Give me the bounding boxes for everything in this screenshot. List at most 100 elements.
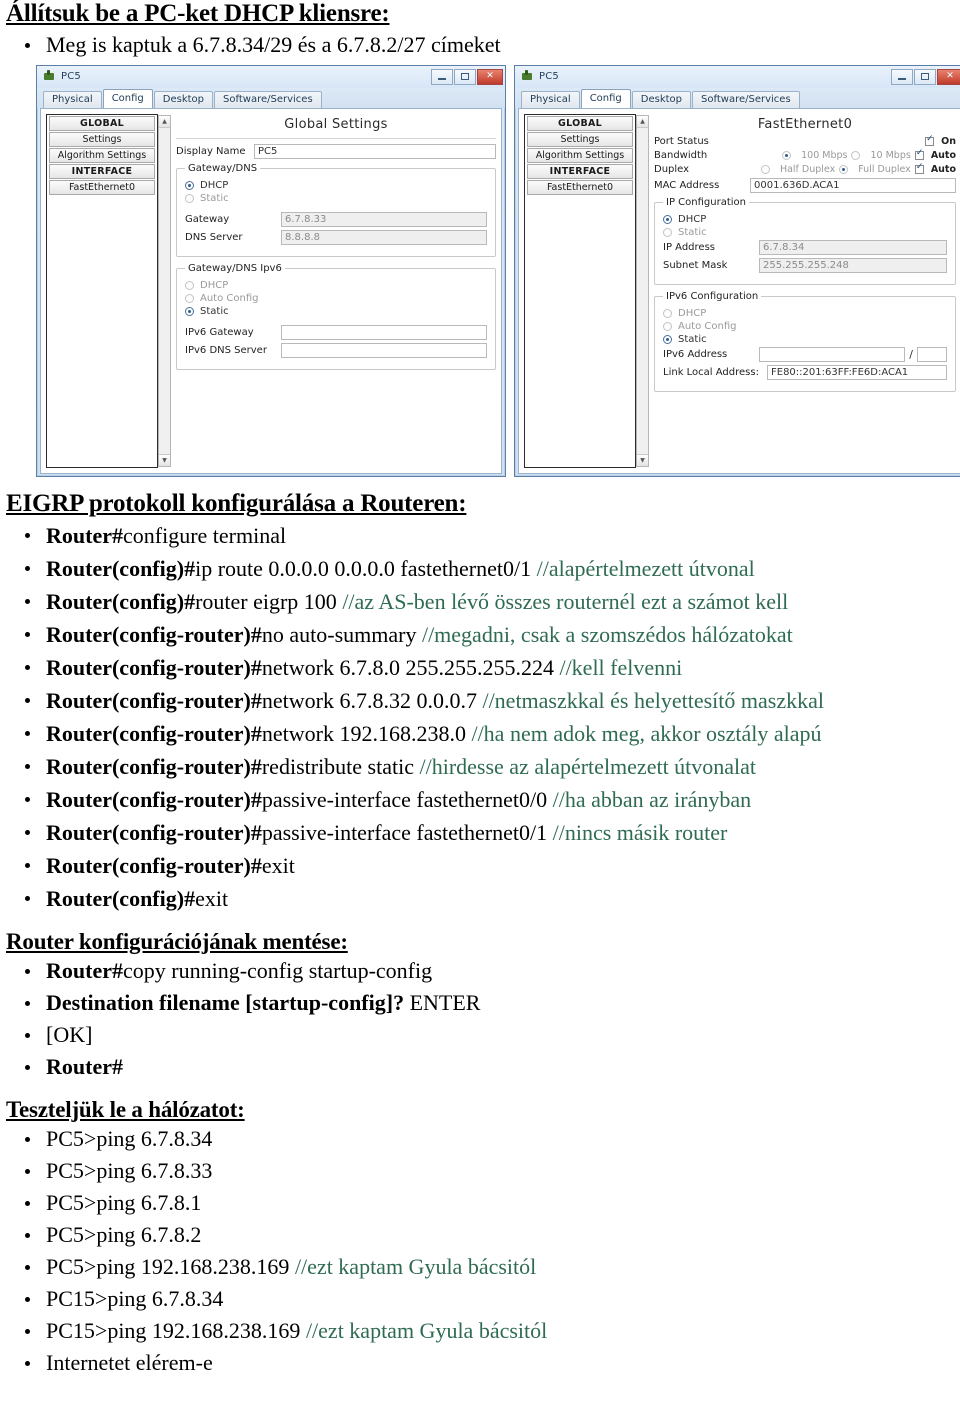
command-text: PC5>ping 6.7.8.1 — [46, 1190, 202, 1216]
tab-config[interactable]: Config — [102, 88, 153, 108]
ipv6-auto-label: Auto Config — [678, 320, 737, 332]
subnet-mask-input[interactable]: 255.255.255.248 — [759, 257, 947, 273]
divider — [176, 137, 496, 139]
command-comment: //nincs másik router — [552, 819, 728, 845]
ip-address-input[interactable]: 6.7.8.34 — [759, 239, 947, 255]
radio-icon-ipv6-auto[interactable] — [663, 321, 672, 331]
radio-icon-ipv6-static[interactable] — [185, 306, 194, 316]
nav-algorithm-settings[interactable]: Algorithm Settings — [49, 147, 155, 163]
close-icon[interactable]: ✕ — [477, 68, 503, 85]
ip-static-radio-row[interactable]: Static — [663, 227, 947, 238]
duplex-auto-label: Auto — [930, 163, 956, 175]
command-comment: //ha abban az irányban — [552, 786, 752, 812]
tab-desktop[interactable]: Desktop — [631, 90, 692, 108]
command-text: ENTER — [409, 989, 481, 1015]
scroll-down-icon[interactable]: ▼ — [637, 453, 648, 466]
ipv6-gateway-input[interactable] — [281, 324, 487, 340]
list-item: PC15>ping 192.168.238.169 //ezt kaptam G… — [6, 1315, 954, 1347]
eigrp-command-list: Router#configure terminal Router(config)#… — [6, 519, 954, 915]
nav-interface[interactable]: INTERFACE — [527, 163, 633, 179]
nav-fastethernet0[interactable]: FastEthernet0 — [49, 179, 155, 195]
ipv6-dns-input[interactable] — [281, 342, 487, 358]
window-title-bar[interactable]: PC5 ✕ — [37, 65, 505, 88]
dns-input[interactable]: 8.8.8.8 — [281, 229, 487, 245]
radio-icon-ipv6-dhcp[interactable] — [185, 280, 194, 290]
scroll-up-icon[interactable]: ▲ — [637, 115, 648, 128]
ipv6-prefix-input[interactable] — [917, 346, 947, 362]
tab-software-services[interactable]: Software/Services — [692, 90, 800, 108]
subnet-mask-row: Subnet Mask 255.255.255.248 — [663, 257, 947, 273]
radio-icon-half-duplex[interactable] — [760, 164, 770, 174]
list-item: PC5>ping 6.7.8.33 — [6, 1155, 954, 1187]
ipv6-address-input[interactable] — [759, 346, 906, 362]
tab-config[interactable]: Config — [580, 88, 631, 108]
scroll-down-icon[interactable]: ▼ — [159, 453, 170, 466]
fastethernet0-pane: FastEthernet0 Port Status On Bandwidth 1… — [654, 114, 956, 468]
ipv6-dhcp-radio-row[interactable]: DHCP — [663, 308, 947, 319]
command-text: ip route 0.0.0.0 0.0.0.0 fastethernet0/1 — [195, 555, 537, 581]
command-text: copy running-config startup-config — [122, 957, 433, 983]
nav-scrollbar[interactable]: ▲ ▼ — [636, 114, 649, 467]
command-prompt: Router(config-router)# — [46, 654, 262, 680]
mac-address-row: MAC Address 0001.636D.ACA1 — [654, 177, 956, 193]
ipv6-auto-radio-row[interactable]: Auto Config — [663, 321, 947, 332]
close-icon[interactable]: ✕ — [937, 68, 960, 85]
duplex-row: Duplex Half Duplex Full Duplex Auto — [654, 163, 956, 175]
ip-address-label: IP Address — [663, 241, 715, 253]
command-text: router eigrp 100 — [195, 588, 343, 614]
ipv6-auto-radio-row[interactable]: Auto Config — [185, 293, 487, 304]
gateway-dhcp-radio-row[interactable]: DHCP — [185, 180, 487, 191]
command-prompt: Router(config)# — [46, 885, 196, 911]
radio-icon-ip-static[interactable] — [663, 227, 672, 237]
tab-physical[interactable]: Physical — [521, 90, 580, 108]
minimize-button[interactable] — [431, 68, 453, 85]
scroll-up-icon[interactable]: ▲ — [159, 115, 170, 128]
radio-icon-static[interactable] — [185, 193, 194, 203]
list-item: Internetet elérem-e — [6, 1347, 954, 1379]
radio-icon-full-duplex[interactable] — [839, 164, 849, 174]
nav-interface[interactable]: INTERFACE — [49, 163, 155, 179]
tab-bar: Physical Config Desktop Software/Service… — [37, 87, 505, 108]
maximize-button[interactable] — [914, 68, 936, 85]
ipv6-static-radio-row[interactable]: Static — [663, 334, 947, 345]
maximize-button[interactable] — [454, 68, 476, 85]
checkbox-icon-port-on[interactable] — [925, 135, 935, 146]
window-title-bar[interactable]: PC5 ✕ — [515, 65, 960, 88]
bandwidth-10-label: 10 Mbps — [870, 149, 911, 161]
gateway-input[interactable]: 6.7.8.33 — [281, 211, 487, 227]
gateway-dns-ipv6-group: Gateway/DNS Ipv6 DHCP Auto Config Static — [176, 262, 496, 370]
radio-icon-ipv6-static[interactable] — [663, 334, 672, 344]
radio-icon-dhcp[interactable] — [185, 180, 194, 190]
nav-settings[interactable]: Settings — [527, 131, 633, 147]
radio-icon-ipv6-dhcp[interactable] — [663, 308, 672, 318]
ipv6-dhcp-radio-row[interactable]: DHCP — [185, 280, 487, 291]
bandwidth-row: Bandwidth 100 Mbps 10 Mbps Auto — [654, 149, 956, 161]
nav-global[interactable]: GLOBAL — [49, 115, 155, 131]
radio-icon-10mbps[interactable] — [851, 150, 861, 160]
list-item: Destination filename [startup-config]? E… — [6, 987, 954, 1019]
radio-icon-ipv6-auto[interactable] — [185, 293, 194, 303]
duplex-label: Duplex — [654, 163, 690, 175]
checkbox-icon-bandwidth-auto[interactable] — [914, 149, 924, 160]
gateway-label: Gateway — [185, 213, 230, 225]
tab-desktop[interactable]: Desktop — [153, 90, 214, 108]
radio-icon-100mbps[interactable] — [782, 150, 792, 160]
nav-global[interactable]: GLOBAL — [527, 115, 633, 131]
ipv6-static-radio-row[interactable]: Static — [185, 306, 487, 317]
tab-physical[interactable]: Physical — [43, 90, 102, 108]
list-item: Router#copy running-config startup-confi… — [6, 955, 954, 987]
gateway-static-radio-row[interactable]: Static — [185, 193, 487, 204]
minimize-button[interactable] — [891, 68, 913, 85]
display-name-input[interactable]: PC5 — [254, 143, 496, 159]
tab-software-services[interactable]: Software/Services — [214, 90, 322, 108]
link-local-input[interactable]: FE80::201:63FF:FE6D:ACA1 — [767, 364, 947, 380]
ipv6-dns-row: IPv6 DNS Server — [185, 342, 487, 358]
nav-settings[interactable]: Settings — [49, 131, 155, 147]
radio-icon-ip-dhcp[interactable] — [663, 214, 672, 224]
nav-fastethernet0[interactable]: FastEthernet0 — [527, 179, 633, 195]
ip-dhcp-radio-row[interactable]: DHCP — [663, 214, 947, 225]
nav-algorithm-settings[interactable]: Algorithm Settings — [527, 147, 633, 163]
nav-scrollbar[interactable]: ▲ ▼ — [158, 114, 171, 467]
checkbox-icon-duplex-auto[interactable] — [914, 163, 924, 174]
mac-address-input[interactable]: 0001.636D.ACA1 — [750, 177, 956, 193]
